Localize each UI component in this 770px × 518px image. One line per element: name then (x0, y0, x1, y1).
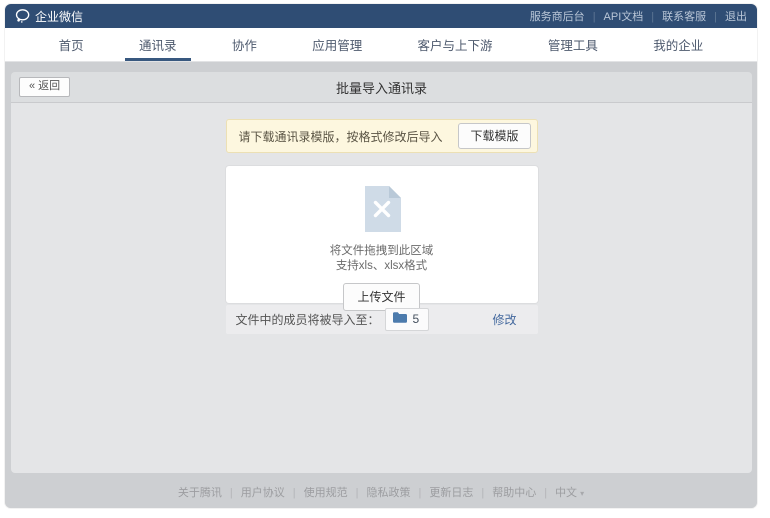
file-drop-zone[interactable]: 将文件拖拽到此区域 支持xls、xlsx格式 上传文件 (226, 166, 538, 303)
back-button[interactable]: « 返回 (19, 77, 70, 97)
tab-home[interactable]: 首页 (45, 28, 98, 61)
content-panel: « 返回 批量导入通讯录 请下载通讯录模版，按格式修改后导入 下载模版 (11, 72, 752, 473)
destination-label: 文件中的成员将被导入至： (236, 311, 380, 328)
wework-bubble-logo-icon (15, 9, 30, 23)
footer-link-usage-rules[interactable]: 使用规范 (304, 487, 367, 499)
tab-customers[interactable]: 客户与上下游 (404, 28, 507, 61)
topbar: 企业微信 服务商后台 API文档 联系客服 退出 (5, 4, 757, 28)
content-header: « 返回 批量导入通讯录 (11, 72, 752, 103)
page-area: « 返回 批量导入通讯录 请下载通讯录模版，按格式修改后导入 下载模版 (5, 62, 757, 508)
tab-contacts[interactable]: 通讯录 (125, 28, 191, 61)
brand-label: 企业微信 (35, 8, 83, 25)
language-selector[interactable]: 中文▾ (555, 487, 584, 499)
tab-my-company[interactable]: 我的企业 (639, 28, 717, 61)
footer-link-about-tencent[interactable]: 关于腾讯 (178, 487, 241, 499)
folder-icon (393, 310, 407, 328)
modify-destination-link[interactable]: 修改 (492, 311, 516, 328)
tab-app-management[interactable]: 应用管理 (298, 28, 376, 61)
app-window: 企业微信 服务商后台 API文档 联系客服 退出 首页 通讯录 协作 应用管理 … (5, 4, 757, 508)
notice-text: 请下载通讯录模版，按格式修改后导入 (239, 128, 443, 145)
main-nav: 首页 通讯录 协作 应用管理 客户与上下游 管理工具 我的企业 (5, 28, 757, 62)
content-body: 请下载通讯录模版，按格式修改后导入 下载模版 将文件拖拽到此区域 支 (11, 103, 752, 473)
topbar-links: 服务商后台 API文档 联系客服 退出 (530, 8, 747, 24)
footer-link-changelog[interactable]: 更新日志 (429, 487, 492, 499)
topbar-link-api-docs[interactable]: API文档 (604, 8, 663, 24)
footer-link-user-agreement[interactable]: 用户协议 (241, 487, 304, 499)
drop-hint-line2: 支持xls、xlsx格式 (226, 259, 538, 274)
language-label: 中文 (555, 487, 577, 499)
download-template-button[interactable]: 下载模版 (458, 123, 530, 149)
drop-hint-line1: 将文件拖拽到此区域 (226, 244, 538, 259)
footer-link-privacy-policy[interactable]: 隐私政策 (366, 487, 429, 499)
page-title: 批量导入通讯录 (11, 78, 752, 97)
footer: 关于腾讯用户协议使用规范隐私政策更新日志帮助中心中文▾ (5, 484, 757, 500)
tab-admin-tools[interactable]: 管理工具 (534, 28, 612, 61)
footer-link-help-center[interactable]: 帮助中心 (492, 487, 555, 499)
upload-file-button[interactable]: 上传文件 (343, 283, 419, 311)
chevron-down-icon: ▾ (580, 489, 584, 498)
topbar-link-logout[interactable]: 退出 (725, 8, 747, 24)
topbar-link-contact-support[interactable]: 联系客服 (662, 8, 725, 24)
template-notice: 请下载通讯录模版，按格式修改后导入 下载模版 (226, 119, 538, 153)
import-widget: 请下载通讯录模版，按格式修改后导入 下载模版 将文件拖拽到此区域 支 (226, 119, 538, 334)
topbar-link-service-provider[interactable]: 服务商后台 (530, 8, 604, 24)
excel-file-icon (363, 186, 401, 237)
destination-department-chip: 5 (385, 308, 430, 331)
tab-collaboration[interactable]: 协作 (218, 28, 271, 61)
brand: 企业微信 (15, 8, 83, 25)
destination-value: 5 (413, 312, 420, 326)
